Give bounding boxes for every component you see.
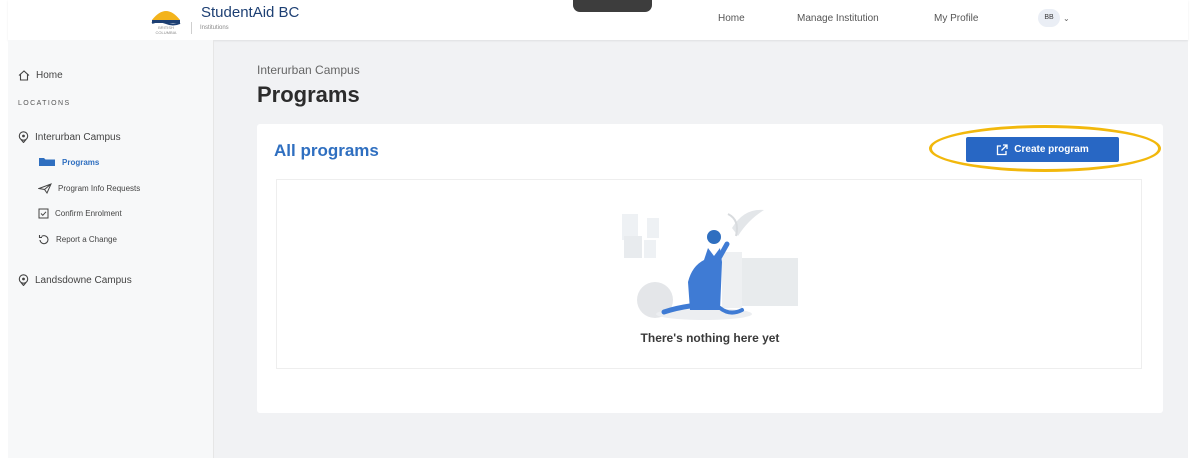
sidebar-item-label: Confirm Enrolment [55,209,122,218]
environment-badge [573,0,652,12]
checkbox-icon [38,208,49,219]
external-link-icon [997,143,1008,155]
nav-my-profile[interactable]: My Profile [934,13,978,24]
sidebar-location-interurban[interactable]: Interurban Campus [18,131,121,143]
sidebar-item-label: Home [36,70,63,81]
sidebar-item-report-a-change[interactable]: Report a Change [38,234,117,245]
card-title: All programs [274,141,379,160]
refresh-icon [38,235,49,245]
create-program-label: Create program [1014,144,1089,155]
page-title: Programs [257,82,360,107]
paper-plane-icon [38,183,52,194]
location-pin-icon [18,131,29,143]
sidebar-section-label: LOCATIONS [18,100,71,107]
sidebar-location-landsdowne[interactable]: Landsdowne Campus [18,274,132,286]
breadcrumb: Interurban Campus [257,63,360,77]
user-menu[interactable]: BB ⌄ [1038,9,1070,27]
sidebar-item-home[interactable]: Home [18,70,63,81]
empty-state-illustration [622,209,798,320]
nav-home[interactable]: Home [718,13,745,24]
empty-state: There's nothing here yet [276,179,1142,369]
brand-name[interactable]: StudentAid BC [201,4,299,21]
top-header: BRITISH COLUMBIA StudentAid BC Instituti… [8,0,1188,40]
sidebar-item-label: Programs [62,157,100,167]
sidebar: Home LOCATIONS Interurban Campus Program… [8,40,214,458]
programs-card: All programs Create program There's noth… [257,124,1163,413]
app-frame: BRITISH COLUMBIA StudentAid BC Instituti… [8,0,1188,458]
sidebar-item-programs[interactable]: Programs [38,157,99,167]
sidebar-item-label: Interurban Campus [35,131,121,143]
sidebar-item-confirm-enrolment[interactable]: Confirm Enrolment [38,208,122,219]
create-program-button[interactable]: Create program [966,137,1119,162]
sidebar-item-label: Report a Change [56,235,117,244]
nav-manage-institution[interactable]: Manage Institution [797,13,879,24]
folder-icon [39,158,55,166]
location-pin-icon [18,274,29,286]
sidebar-item-label: Program Info Requests [58,184,141,193]
brand-subtitle: Institutions [200,25,229,31]
sidebar-item-program-info-requests[interactable]: Program Info Requests [38,183,140,194]
avatar: BB [1038,9,1060,27]
chevron-down-icon: ⌄ [1063,13,1070,23]
brand-divider [191,22,192,34]
empty-state-message: There's nothing here yet [640,331,780,345]
home-icon [18,70,30,81]
sidebar-item-label: Landsdowne Campus [35,274,132,286]
logo-caption: BRITISH COLUMBIA [155,25,177,35]
